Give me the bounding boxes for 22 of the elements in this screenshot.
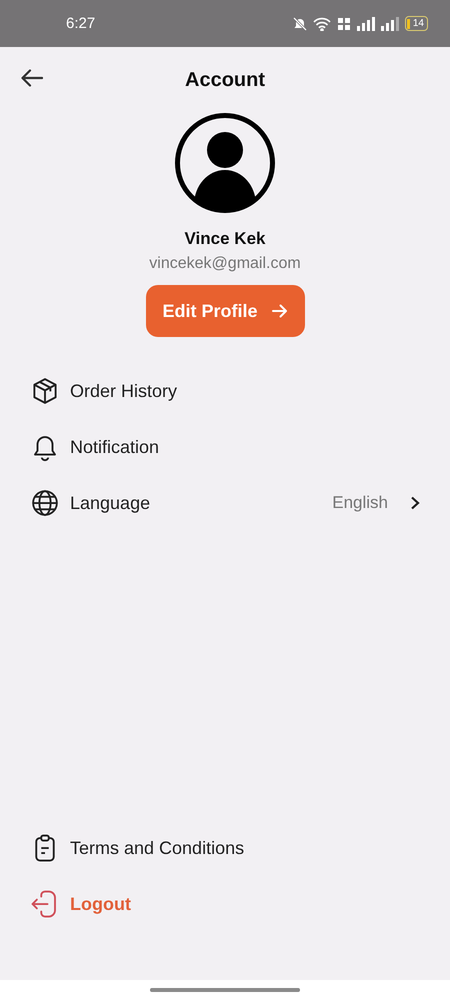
chevron-right-icon bbox=[410, 496, 420, 510]
page-title: Account bbox=[185, 68, 265, 92]
arrow-right-icon bbox=[272, 304, 288, 318]
back-button[interactable] bbox=[21, 69, 43, 87]
menu-item[interactable]: Terms and Conditions bbox=[0, 820, 450, 876]
signal-icon bbox=[380, 16, 399, 30]
home-handle[interactable] bbox=[150, 988, 300, 992]
bell-muted-icon bbox=[292, 16, 307, 30]
avatar-icon bbox=[175, 113, 275, 213]
language-value: English bbox=[332, 493, 388, 513]
globe-icon bbox=[30, 488, 60, 518]
signal-icon bbox=[356, 16, 375, 30]
user-email: vincekek@gmail.com bbox=[149, 255, 301, 273]
wifi-icon bbox=[312, 16, 331, 30]
user-name: Vince Kek bbox=[184, 229, 266, 249]
back-arrow-icon bbox=[21, 69, 43, 87]
menu-item[interactable]: Notification bbox=[0, 419, 450, 475]
menu-item[interactable]: Language English bbox=[0, 475, 450, 531]
volte-icon bbox=[336, 16, 351, 30]
battery-indicator: 14 bbox=[404, 16, 428, 31]
status-time: 6:27 bbox=[66, 15, 96, 32]
menu-item[interactable]: Order History bbox=[0, 363, 450, 419]
